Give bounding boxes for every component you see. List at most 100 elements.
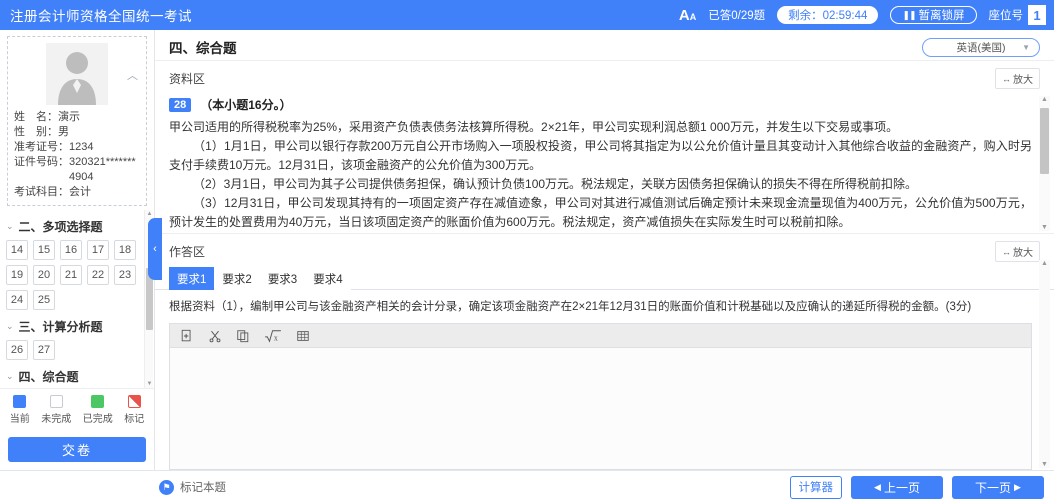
seat-number: 1	[1028, 5, 1046, 25]
answer-scrollbar[interactable]: ▲ ▼	[1039, 260, 1050, 468]
tab-requirement-4[interactable]: 要求4	[305, 267, 351, 290]
question-navigator[interactable]: ⌄ 二、多项选择题 14 15 16 17 18 19 20 21 22 23 24 25 ⌄ 三、计算分析题…	[0, 210, 154, 388]
question-nav-cell[interactable]: 15	[33, 240, 55, 260]
formula-icon[interactable]: x	[264, 329, 282, 343]
answer-zone-header: 作答区 ↔ 放大	[155, 234, 1054, 267]
scrollbar-thumb[interactable]	[1040, 108, 1049, 174]
collapse-info-caret-icon[interactable]: ︿	[127, 71, 138, 82]
info-value: 演示	[58, 111, 80, 123]
seat-info: 座位号 1	[989, 5, 1046, 25]
language-select[interactable]: 英语(美国) ▼	[922, 37, 1040, 57]
prev-page-button[interactable]: ◀ 上一页	[851, 475, 943, 499]
font-size-icon[interactable]: AA	[679, 8, 696, 23]
scroll-up-icon[interactable]: ▲	[146, 211, 153, 217]
material-paragraph: （2）3月1日，甲公司为其子公司提供债务担保，确认预计负债100万元。税法规定，…	[193, 177, 918, 191]
question-section-header[interactable]: ⌄ 四、综合题	[6, 368, 148, 385]
chevron-down-icon: ⌄	[6, 221, 14, 231]
legend: 当前 未完成 已完成 标记	[0, 388, 154, 430]
mark-question-button[interactable]: ⚑ 标记本题	[155, 479, 226, 495]
question-nav-cell[interactable]: 21	[60, 265, 82, 285]
user-avatar-icon	[58, 52, 96, 105]
question-nav-cell[interactable]: 16	[60, 240, 82, 260]
material-paragraph: （3）12月31日，甲公司发现其持有的一项固定资产存在减值迹象，甲公司对其进行减…	[169, 196, 1032, 229]
info-label: 证件号码：	[14, 156, 69, 168]
scroll-down-icon[interactable]: ▼	[1041, 224, 1048, 231]
material-paragraphs: 甲公司适用的所得税税率为25%，采用资产负债表债务法核算所得税。2×21年，甲公…	[169, 118, 1032, 233]
editor-toolbar: x	[170, 324, 1031, 348]
info-value: 1234	[69, 141, 94, 153]
info-label: 性 别：	[14, 126, 58, 138]
main-content: 四、综合题 英语(美国) ▼ 资料区 ↔ 放大 28 （本小题16分。） 甲公司	[155, 30, 1054, 470]
legend-label: 已完成	[82, 414, 113, 425]
legend-label: 未完成	[41, 414, 72, 425]
calculator-button[interactable]: 计算器	[789, 475, 842, 499]
remaining-timer: 剩余：02:59:44	[777, 6, 879, 24]
flag-icon: ⚑	[159, 479, 174, 495]
sidebar-collapse-handle[interactable]: ‹	[148, 218, 162, 280]
submit-wrap: 交卷	[0, 430, 154, 470]
question-nav-cell[interactable]: 26	[6, 340, 28, 360]
tab-requirement-1[interactable]: 要求1	[169, 267, 215, 290]
question-nav-cell[interactable]: 27	[33, 340, 55, 360]
cut-icon[interactable]	[208, 329, 222, 343]
question-nav-cell[interactable]: 23	[114, 265, 136, 285]
question-section-header[interactable]: ⌄ 三、计算分析题	[6, 318, 148, 335]
lock-screen-label: 暂离锁屏	[918, 10, 965, 22]
requirement-text: 根据资料（1），编制甲公司与该金融资产相关的会计分录，确定该项金融资产在2×21…	[169, 301, 972, 313]
arrow-left-circle-icon: ◀	[874, 481, 881, 492]
scroll-up-icon[interactable]: ▲	[1041, 260, 1048, 267]
page-title: 四、综合题	[169, 41, 237, 56]
copy-icon[interactable]	[236, 329, 250, 343]
material-zone-header: 资料区 ↔ 放大	[155, 61, 1054, 94]
question-section-title: 三、计算分析题	[18, 320, 103, 334]
top-header: 注册会计师资格全国统一考试 AA 已答0/29题 剩余：02:59:44 ❚❚ …	[0, 0, 1054, 30]
scroll-down-icon[interactable]: ▼	[146, 381, 153, 387]
table-icon[interactable]	[296, 329, 310, 343]
question-section-header[interactable]: ⌄ 二、多项选择题	[6, 218, 148, 235]
answer-zone-title: 作答区	[169, 245, 206, 259]
question-section-title: 四、综合题	[18, 370, 79, 384]
prev-page-label: 上一页	[883, 480, 920, 495]
paste-icon[interactable]	[180, 329, 194, 343]
question-nav-cell[interactable]: 22	[87, 265, 109, 285]
answer-expand-button[interactable]: ↔ 放大	[995, 241, 1040, 262]
avatar	[46, 43, 108, 105]
list-item: 考试科目： 会计	[14, 185, 140, 200]
lock-screen-button[interactable]: ❚❚ 暂离锁屏	[890, 6, 977, 24]
main-header: 四、综合题 英语(美国) ▼	[155, 34, 1054, 61]
footer-actions: 计算器 ◀ 上一页 下一页 ▶	[789, 475, 1044, 499]
question-nav-cell[interactable]: 17	[87, 240, 109, 260]
question-nav-cell[interactable]: 19	[6, 265, 28, 285]
material-expand-button[interactable]: ↔ 放大	[995, 68, 1040, 89]
tab-requirement-3[interactable]: 要求3	[259, 267, 306, 290]
requirement-tabs: 要求1 要求2 要求3 要求4	[155, 267, 1054, 290]
submit-exam-button[interactable]: 交卷	[8, 437, 146, 462]
answered-count: 已答0/29题	[708, 10, 766, 22]
question-nav-cell[interactable]: 18	[114, 240, 136, 260]
question-nav-cell[interactable]: 20	[33, 265, 55, 285]
svg-text:x: x	[274, 333, 278, 342]
language-select-value: 英语(美国)	[956, 41, 1006, 54]
chevron-down-icon: ▼	[1022, 42, 1030, 52]
question-nav-cell[interactable]: 24	[6, 290, 28, 310]
legend-item: 当前	[10, 395, 30, 425]
chevron-down-icon: ⌄	[6, 371, 14, 381]
student-info-card: ︿ 姓 名： 演示 性 别： 男 准考证号： 1234 证件号码： 320321…	[7, 36, 147, 206]
answer-input[interactable]	[170, 348, 1031, 469]
expand-horizontal-icon: ↔	[1002, 73, 1011, 84]
tab-requirement-2[interactable]: 要求2	[214, 267, 260, 290]
student-info-list: 姓 名： 演示 性 别： 男 准考证号： 1234 证件号码： 320321**…	[14, 110, 140, 200]
sidebar: ︿ 姓 名： 演示 性 别： 男 准考证号： 1234 证件号码： 320321…	[0, 30, 162, 470]
answer-editor: x	[169, 323, 1032, 470]
question-nav-cell[interactable]: 25	[33, 290, 55, 310]
material-scrollbar[interactable]: ▲ ▼	[1039, 96, 1050, 231]
exam-app: 注册会计师资格全国统一考试 AA 已答0/29题 剩余：02:59:44 ❚❚ …	[0, 0, 1054, 503]
legend-swatch-done	[91, 395, 105, 408]
scroll-down-icon[interactable]: ▼	[1041, 461, 1048, 468]
scroll-up-icon[interactable]: ▲	[1041, 96, 1048, 103]
next-page-button[interactable]: 下一页 ▶	[952, 475, 1044, 499]
question-grid: 26 27	[6, 340, 148, 360]
question-nav-cell[interactable]: 14	[6, 240, 28, 260]
answer-area: 作答区 ↔ 放大 要求1 要求2 要求3 要求4 根据资料（1），编制甲公司与该金融资…	[155, 234, 1054, 470]
question-grid: 14 15 16 17 18 19 20 21 22 23 24 25	[6, 240, 148, 310]
